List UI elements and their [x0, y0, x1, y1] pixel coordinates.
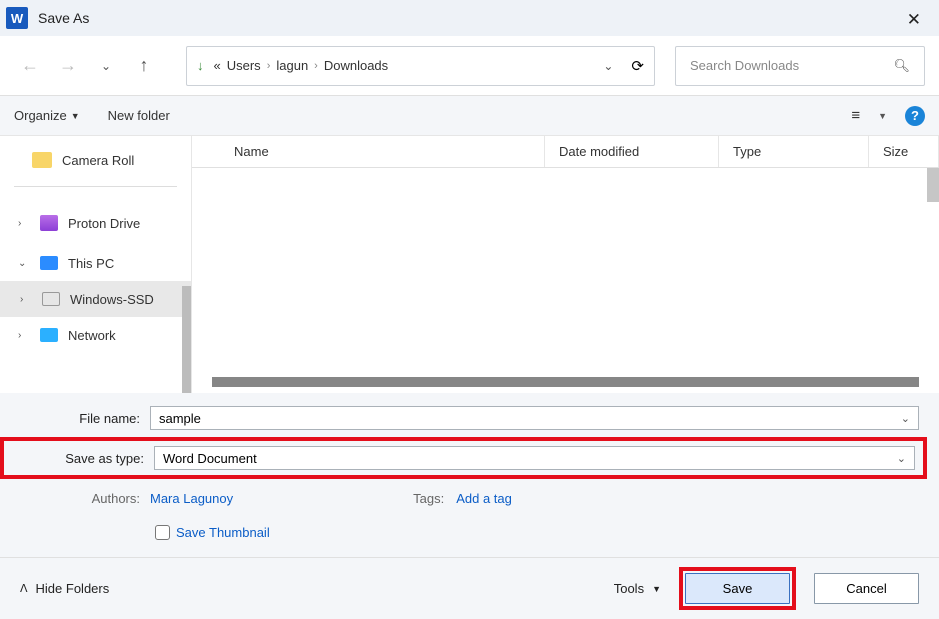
- search-input[interactable]: Search Downloads 🔍︎: [675, 46, 925, 86]
- filename-row: File name: sample ⌄: [0, 403, 927, 433]
- dialog-footer: ᐱ Hide Folders Tools ▼ Save Cancel: [0, 557, 939, 619]
- chevron-down-icon: ▼: [652, 584, 661, 594]
- column-header-date[interactable]: Date modified: [545, 136, 719, 167]
- address-dropdown[interactable]: ⌄: [603, 59, 613, 73]
- chevron-down-icon[interactable]: ⌄: [901, 412, 910, 425]
- sidebar: Camera Roll › Proton Drive ⌄ This PC › W…: [0, 136, 192, 393]
- sidebar-item-proton-drive[interactable]: › Proton Drive: [0, 205, 191, 241]
- nav-up-button[interactable]: ↑: [128, 50, 160, 82]
- close-button[interactable]: ✕: [899, 8, 929, 32]
- horizontal-scrollbar[interactable]: [212, 377, 919, 387]
- toolbar: Organize ▼ New folder ≡ ▼ ?: [0, 96, 939, 136]
- tags-value[interactable]: Add a tag: [456, 491, 512, 506]
- column-header-size[interactable]: Size: [869, 136, 939, 167]
- save-thumbnail-label[interactable]: Save Thumbnail: [176, 525, 270, 540]
- metadata-row: Authors: Mara Lagunoy Tags: Add a tag: [0, 483, 927, 513]
- save-form-area: File name: sample ⌄ Save as type: Word D…: [0, 393, 939, 557]
- sidebar-item-camera-roll[interactable]: Camera Roll: [0, 142, 191, 178]
- breadcrumb-part[interactable]: lagun: [276, 58, 308, 73]
- chevron-down-icon: ▼: [71, 111, 80, 121]
- titlebar: W Save As ✕: [0, 0, 939, 36]
- breadcrumb-part[interactable]: Downloads: [324, 58, 388, 73]
- folder-icon: [32, 152, 52, 168]
- breadcrumb: « Users › lagun › Downloads: [214, 58, 594, 73]
- help-button[interactable]: ?: [905, 106, 925, 126]
- address-bar[interactable]: ↓ « Users › lagun › Downloads ⌄ ⟳: [186, 46, 655, 86]
- organize-menu[interactable]: Organize ▼: [14, 108, 80, 123]
- chevron-right-icon: ›: [314, 60, 318, 72]
- search-icon: 🔍︎: [893, 58, 910, 74]
- chevron-right-icon: ›: [267, 60, 271, 72]
- view-dropdown[interactable]: ▼: [878, 111, 887, 121]
- main-area: Camera Roll › Proton Drive ⌄ This PC › W…: [0, 136, 939, 393]
- nav-recent-dropdown[interactable]: ⌄: [90, 50, 122, 82]
- savetype-select[interactable]: Word Document ⌄: [154, 446, 915, 470]
- network-icon: [40, 328, 58, 342]
- chevron-right-icon[interactable]: ›: [18, 218, 30, 229]
- tools-menu[interactable]: Tools ▼: [614, 581, 661, 596]
- save-thumbnail-row: Save Thumbnail: [0, 517, 927, 547]
- column-header-name[interactable]: Name: [192, 136, 545, 167]
- column-header-type[interactable]: Type: [719, 136, 869, 167]
- save-button[interactable]: Save: [685, 573, 790, 604]
- sidebar-item-windows-ssd[interactable]: › Windows-SSD: [0, 281, 191, 317]
- search-placeholder: Search Downloads: [690, 58, 799, 73]
- cancel-button[interactable]: Cancel: [814, 573, 919, 604]
- download-location-icon: ↓: [197, 58, 204, 73]
- hide-folders-button[interactable]: ᐱ Hide Folders: [20, 581, 109, 596]
- authors-value[interactable]: Mara Lagunoy: [150, 491, 233, 506]
- disk-icon: [42, 292, 60, 306]
- save-thumbnail-checkbox[interactable]: [155, 525, 170, 540]
- refresh-button[interactable]: ⟳: [631, 57, 644, 75]
- word-app-icon: W: [6, 7, 28, 29]
- breadcrumb-part[interactable]: Users: [227, 58, 261, 73]
- chevron-down-icon[interactable]: ⌄: [18, 258, 30, 269]
- chevron-up-icon: ᐱ: [20, 582, 28, 595]
- authors-label: Authors:: [0, 491, 150, 506]
- nav-forward-button[interactable]: →: [52, 50, 84, 82]
- file-list-area: ⌄ Name Date modified Type Size: [192, 136, 939, 393]
- savetype-value: Word Document: [163, 451, 257, 466]
- sidebar-divider: [14, 186, 177, 187]
- file-list-body[interactable]: [192, 168, 939, 393]
- navigation-bar: ← → ⌄ ↑ ↓ « Users › lagun › Downloads ⌄ …: [0, 36, 939, 96]
- filename-label: File name:: [0, 411, 150, 426]
- sidebar-item-this-pc[interactable]: ⌄ This PC: [0, 245, 191, 281]
- breadcrumb-prefix: «: [214, 58, 221, 73]
- column-headers: Name Date modified Type Size: [192, 136, 939, 168]
- tags-label: Tags:: [413, 491, 444, 506]
- savetype-row: Save as type: Word Document ⌄: [4, 443, 923, 473]
- vertical-scrollbar[interactable]: [927, 168, 939, 202]
- new-folder-button[interactable]: New folder: [108, 108, 170, 123]
- chevron-right-icon[interactable]: ›: [20, 294, 32, 305]
- chevron-right-icon[interactable]: ›: [18, 330, 30, 341]
- savetype-label: Save as type:: [4, 451, 154, 466]
- cloud-drive-icon: [40, 215, 58, 231]
- filename-input[interactable]: sample ⌄: [150, 406, 919, 430]
- nav-back-button[interactable]: ←: [14, 50, 46, 82]
- dialog-title: Save As: [38, 10, 89, 26]
- highlight-annotation: Save as type: Word Document ⌄: [0, 437, 927, 479]
- sidebar-item-network[interactable]: › Network: [0, 317, 191, 353]
- filename-value: sample: [159, 411, 201, 426]
- sidebar-scrollbar[interactable]: [182, 286, 191, 393]
- chevron-down-icon[interactable]: ⌄: [897, 452, 906, 465]
- highlight-annotation: Save: [679, 567, 796, 610]
- view-options-button[interactable]: ≡: [851, 107, 860, 124]
- pc-icon: [40, 256, 58, 270]
